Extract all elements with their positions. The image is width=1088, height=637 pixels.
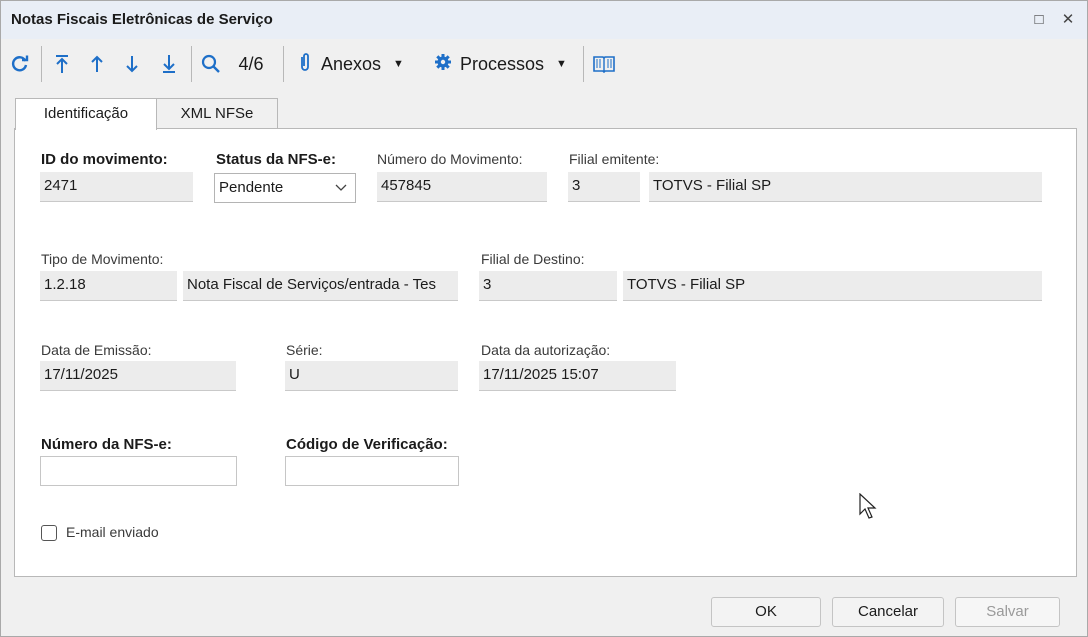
gear-icon	[434, 53, 452, 76]
data-emissao-field[interactable]: 17/11/2025	[40, 361, 236, 391]
attachments-menu-button[interactable]: Anexos ▼	[299, 48, 421, 80]
paperclip-icon	[299, 52, 311, 77]
data-autorizacao-label: Data da autorização:	[481, 342, 611, 358]
id-movimento-label: ID do movimento:	[41, 151, 168, 168]
tipo-movimento-code-field[interactable]: 1.2.18	[40, 271, 177, 301]
last-record-icon[interactable]	[158, 48, 180, 80]
filial-destino-code-field[interactable]: 3	[479, 271, 617, 301]
record-position: 4/6	[238, 53, 264, 74]
next-record-icon[interactable]	[121, 48, 143, 80]
toolbar: 4/6 Anexos ▼ Processos ▼	[1, 40, 1087, 88]
previous-record-icon[interactable]	[86, 48, 108, 80]
status-nfse-select[interactable]: Pendente	[214, 173, 356, 203]
numero-movimento-label: Número do Movimento:	[377, 151, 523, 167]
window-title: Notas Fiscais Eletrônicas de Serviço	[11, 11, 273, 28]
filial-destino-name-field: TOTVS - Filial SP	[623, 271, 1042, 301]
title-bar: Notas Fiscais Eletrônicas de Serviço □ ✕	[1, 1, 1087, 39]
codigo-verificacao-input[interactable]	[285, 456, 459, 486]
first-record-icon[interactable]	[51, 48, 73, 80]
serie-label: Série:	[286, 342, 323, 358]
caret-down-icon: ▼	[393, 58, 404, 70]
filial-emitente-name-field: TOTVS - Filial SP	[649, 172, 1042, 202]
processes-menu-button[interactable]: Processos ▼	[434, 48, 578, 80]
attachments-label: Anexos	[321, 53, 382, 74]
chevron-down-icon	[335, 174, 347, 212]
data-autorizacao-field[interactable]: 17/11/2025 15:07	[479, 361, 676, 391]
dialog-window: Notas Fiscais Eletrônicas de Serviço □ ✕…	[0, 0, 1088, 637]
numero-nfse-label: Número da NFS-e:	[41, 436, 172, 453]
caret-down-icon: ▼	[556, 58, 567, 70]
refresh-icon[interactable]	[7, 48, 33, 80]
tab-identificacao[interactable]: Identificação	[15, 98, 157, 130]
processes-label: Processos	[460, 53, 545, 74]
numero-nfse-input[interactable]	[40, 456, 237, 486]
maximize-icon[interactable]: □	[1028, 9, 1050, 31]
email-enviado-checkbox[interactable]	[41, 525, 57, 541]
email-enviado-label: E-mail enviado	[66, 524, 159, 540]
filial-emitente-label: Filial emitente:	[569, 151, 660, 167]
codigo-verificacao-label: Código de Verificação:	[286, 436, 448, 453]
search-icon[interactable]	[199, 48, 223, 80]
status-nfse-value: Pendente	[219, 179, 284, 196]
ok-button[interactable]: OK	[711, 597, 821, 627]
filial-emitente-code-field[interactable]: 3	[568, 172, 640, 202]
mouse-cursor-icon	[859, 492, 879, 526]
serie-field[interactable]: U	[285, 361, 458, 391]
status-nfse-label: Status da NFS-e:	[216, 151, 337, 168]
tipo-movimento-label: Tipo de Movimento:	[41, 251, 164, 267]
data-emissao-label: Data de Emissão:	[41, 342, 152, 358]
save-button[interactable]: Salvar	[955, 597, 1060, 627]
cancel-button[interactable]: Cancelar	[832, 597, 944, 627]
help-book-icon[interactable]	[590, 48, 618, 80]
id-movimento-field[interactable]: 2471	[40, 172, 193, 202]
tab-xml-nfse[interactable]: XML NFSe	[156, 98, 278, 129]
filial-destino-label: Filial de Destino:	[481, 251, 585, 267]
numero-movimento-field[interactable]: 457845	[377, 172, 547, 202]
close-icon[interactable]: ✕	[1057, 9, 1079, 31]
tipo-movimento-name-field: Nota Fiscal de Serviços/entrada - Tes	[183, 271, 458, 301]
